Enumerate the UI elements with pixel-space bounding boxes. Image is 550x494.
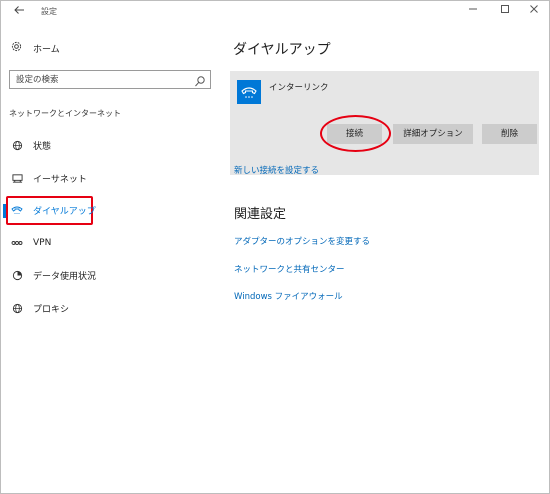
sidebar-item-label: イーサネット [33, 174, 87, 185]
sidebar-item-label: データ使用状況 [33, 271, 97, 282]
highlight-ellipse [320, 115, 391, 152]
close-icon[interactable] [526, 4, 542, 20]
sidebar-item-ethernet[interactable]: イーサネット [1, 167, 219, 189]
adapter-options-link[interactable]: アダプターのオプションを変更する [234, 235, 370, 247]
search-input[interactable] [16, 73, 186, 86]
sidebar-item-label: VPN [33, 238, 52, 248]
sidebar-item-dialup[interactable]: ダイヤルアップ [1, 199, 219, 221]
dialup-connection-icon [237, 80, 261, 104]
connection-name: インターリンク [269, 83, 329, 93]
data-usage-icon [11, 269, 23, 281]
maximize-icon[interactable] [497, 4, 513, 20]
minimize-icon[interactable] [465, 4, 481, 20]
delete-button[interactable]: 削除 [482, 124, 537, 144]
proxy-globe-icon [11, 302, 23, 314]
related-settings-title: 関連設定 [234, 207, 287, 222]
back-arrow-icon[interactable] [11, 4, 27, 20]
sidebar-home-label: ホーム [33, 44, 60, 55]
advanced-options-button[interactable]: 詳細オプション [393, 124, 473, 144]
section-title: ネットワークとインターネット [9, 109, 121, 118]
search-icon[interactable] [194, 73, 206, 87]
main-content: ダイヤルアップ インターリンク 接続 詳細オプション 削除 新しい接続を設定する… [219, 23, 549, 493]
globe-status-icon [11, 139, 23, 151]
vpn-icon [11, 237, 23, 249]
page-title: ダイヤルアップ [233, 42, 331, 58]
sidebar-item-proxy[interactable]: プロキシ [1, 297, 219, 319]
active-indicator [3, 204, 6, 218]
sidebar: ホーム ネットワークとインターネット 状態 イーサネット [1, 23, 219, 493]
search-box[interactable] [9, 70, 211, 89]
connection-card[interactable]: インターリンク 接続 詳細オプション 削除 [230, 71, 539, 175]
gear-icon [11, 41, 25, 55]
title-bar: 設定 [1, 1, 549, 23]
windows-firewall-link[interactable]: Windows ファイアウォール [234, 290, 343, 302]
sidebar-item-vpn[interactable]: VPN [1, 232, 219, 254]
sidebar-item-status[interactable]: 状態 [1, 134, 219, 156]
network-sharing-center-link[interactable]: ネットワークと共有センター [234, 263, 345, 275]
sidebar-item-home[interactable]: ホーム [11, 40, 60, 56]
sidebar-item-label: ダイヤルアップ [33, 206, 96, 217]
settings-window: 設定 ホーム ネットワークとインターネット [0, 0, 550, 494]
sidebar-item-label: 状態 [33, 141, 52, 152]
app-title: 設定 [41, 7, 57, 16]
ethernet-icon [11, 172, 23, 184]
sidebar-item-data-usage[interactable]: データ使用状況 [1, 264, 219, 286]
dialup-phone-icon [11, 204, 23, 216]
sidebar-item-label: プロキシ [33, 304, 70, 315]
new-connection-link[interactable]: 新しい接続を設定する [234, 164, 319, 176]
